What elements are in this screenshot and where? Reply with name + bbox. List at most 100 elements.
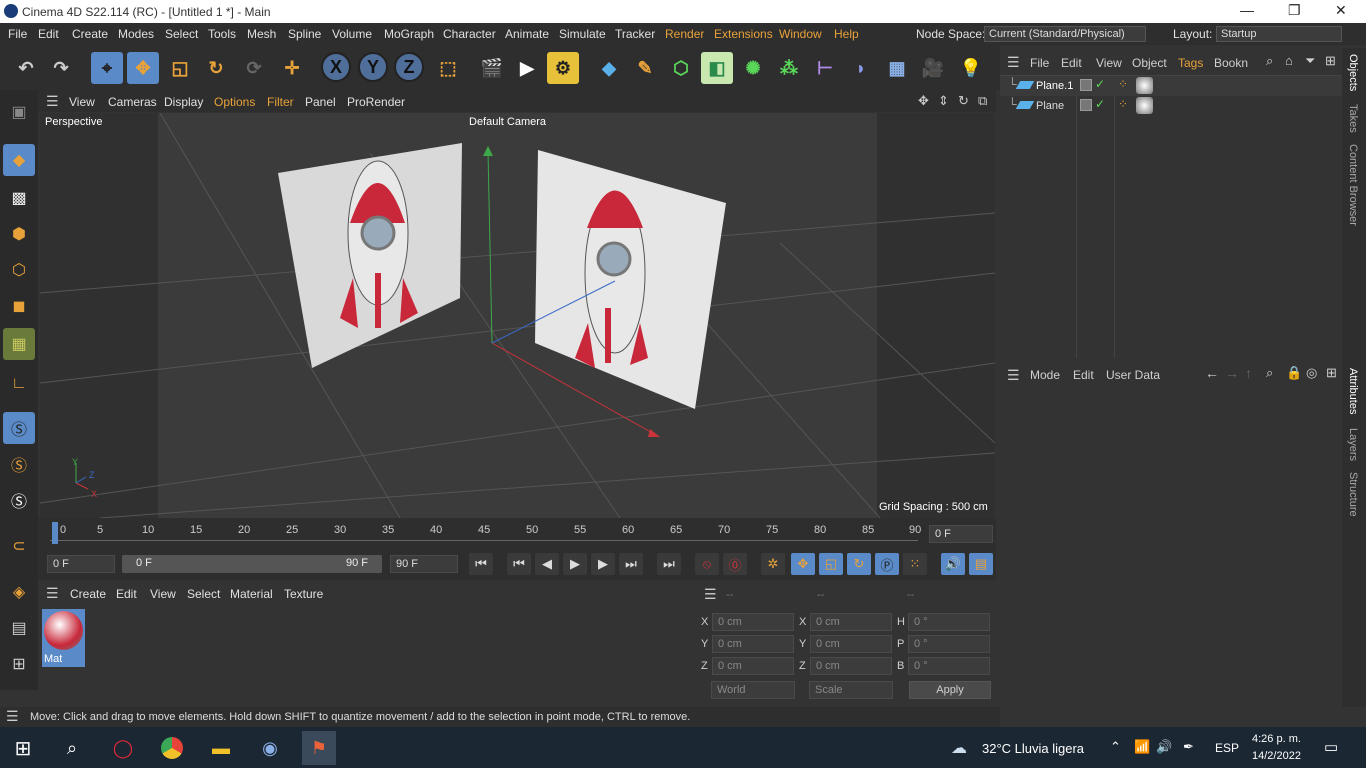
material-menu-view[interactable]: View: [150, 587, 176, 601]
frame-range-slider[interactable]: 0 F 90 F: [122, 555, 382, 573]
object-row[interactable]: └ Plane.1 ✓ ⁘: [1000, 76, 1342, 96]
model-mode-icon[interactable]: ◆: [3, 144, 35, 176]
object-menu-tags[interactable]: Tags: [1178, 56, 1203, 70]
menu-window[interactable]: Window: [779, 27, 822, 41]
make-editable-icon[interactable]: ▣: [3, 96, 35, 128]
texture-tag-icon[interactable]: ⁘: [1118, 97, 1128, 111]
visibility-check-icon[interactable]: ✓: [1095, 97, 1105, 111]
play-icon[interactable]: ▶: [563, 553, 587, 575]
attr-menu-icon[interactable]: ☰: [1007, 367, 1020, 384]
locked-workplane-icon[interactable]: ▤: [3, 612, 35, 644]
position-z-field[interactable]: 0 cm: [712, 657, 794, 675]
attr-menu-user-data[interactable]: User Data: [1106, 368, 1160, 382]
menu-simulate[interactable]: Simulate: [559, 27, 606, 41]
viewport-menu-filter[interactable]: Filter: [267, 95, 294, 109]
clock-date[interactable]: 14/2/2022: [1252, 750, 1301, 762]
x-axis-lock-icon[interactable]: X: [321, 52, 351, 82]
snap-settings-icon[interactable]: Ⓢ: [3, 448, 35, 480]
size-y-field[interactable]: 0 cm: [810, 635, 892, 653]
pen-spline-icon[interactable]: ✎: [629, 52, 661, 84]
edges-mode-icon[interactable]: ⬡: [3, 254, 35, 286]
back-arrow-icon[interactable]: ←: [1205, 365, 1219, 381]
magnet-icon[interactable]: ⊂: [3, 530, 35, 562]
viewport-zoom-icon[interactable]: ⇕: [938, 93, 949, 109]
key-rotation-icon[interactable]: ↻: [847, 553, 871, 575]
film-icon[interactable]: ▤: [969, 553, 993, 575]
undo-icon[interactable]: ↶: [10, 52, 42, 84]
attr-menu-mode[interactable]: Mode: [1030, 368, 1060, 382]
recent-tools-icon[interactable]: ⟳: [238, 52, 270, 84]
menu-spline[interactable]: Spline: [288, 27, 321, 41]
viewport[interactable]: Perspective Default Camera Grid Spacing …: [40, 113, 995, 518]
rotation-h-field[interactable]: 0 °: [908, 613, 990, 631]
tab-structure[interactable]: Structure: [1347, 472, 1359, 517]
autokey-icon[interactable]: ⓪: [723, 553, 747, 575]
sound-icon[interactable]: 🔊: [941, 553, 965, 575]
viewport-menu-panel[interactable]: Panel: [305, 95, 336, 109]
menu-modes[interactable]: Modes: [118, 27, 154, 41]
taskbar-search-icon[interactable]: ⌕: [55, 731, 89, 765]
menu-help[interactable]: Help: [834, 27, 859, 41]
viewport-pan-icon[interactable]: ✥: [918, 93, 929, 109]
coordinate-system-icon[interactable]: ⬚: [432, 52, 464, 84]
extrude-icon[interactable]: ◧: [701, 52, 733, 84]
object-menu-bookmarks[interactable]: Bookn: [1214, 56, 1248, 70]
rotation-p-field[interactable]: 0 °: [908, 635, 990, 653]
texture-tag-icon[interactable]: ⁘: [1118, 77, 1128, 91]
windows-start-icon[interactable]: ⊞: [6, 731, 40, 765]
viewport-rotate-icon[interactable]: ↻: [958, 93, 969, 109]
floor-icon[interactable]: ▦: [881, 52, 913, 84]
attr-new-window-icon[interactable]: ⊞: [1326, 365, 1337, 381]
viewport-menu-cameras[interactable]: Cameras: [108, 95, 157, 109]
render-picture-viewer-icon[interactable]: ▶: [511, 52, 543, 84]
language-indicator[interactable]: ESP: [1215, 741, 1239, 755]
render-view-icon[interactable]: 🎬: [476, 52, 508, 84]
cinema4d-taskbar-icon[interactable]: ◉: [253, 731, 287, 765]
object-menu-file[interactable]: File: [1030, 56, 1049, 70]
size-z-field[interactable]: 0 cm: [810, 657, 892, 675]
position-y-field[interactable]: 0 cm: [712, 635, 794, 653]
previous-frame-icon[interactable]: ◀: [535, 553, 559, 575]
snap-mode-icon[interactable]: Ⓢ: [3, 484, 35, 516]
tab-attributes[interactable]: Attributes: [1347, 368, 1359, 414]
redo-icon[interactable]: ↷: [45, 52, 77, 84]
mograph-icon[interactable]: ⁂: [773, 52, 805, 84]
go-to-start-icon[interactable]: ⏮: [469, 553, 493, 575]
key-position-icon[interactable]: ✥: [791, 553, 815, 575]
light-icon[interactable]: 💡: [955, 52, 987, 84]
lock-icon[interactable]: 🔒: [1286, 365, 1302, 381]
tab-takes[interactable]: Takes: [1347, 104, 1359, 133]
menu-character[interactable]: Character: [443, 27, 496, 41]
layout-select[interactable]: Startup: [1216, 26, 1342, 42]
move-tool-icon[interactable]: ✥: [127, 52, 159, 84]
cube-icon[interactable]: ◆: [593, 52, 625, 84]
coord-system-select[interactable]: World: [711, 681, 795, 699]
material-menu-edit[interactable]: Edit: [116, 587, 137, 601]
viewport-maximize-icon[interactable]: ⧉: [978, 93, 987, 109]
texture-mode-icon[interactable]: ▩: [3, 182, 35, 214]
chrome-icon[interactable]: [155, 731, 189, 765]
planar-workplane-icon[interactable]: ⊞: [3, 648, 35, 680]
object-name[interactable]: Plane: [1036, 100, 1064, 112]
menu-select[interactable]: Select: [165, 27, 198, 41]
material-swatch[interactable]: Mat: [42, 609, 85, 667]
attr-menu-edit[interactable]: Edit: [1073, 368, 1094, 382]
menu-create[interactable]: Create: [72, 27, 108, 41]
object-menu-object[interactable]: Object: [1132, 56, 1167, 70]
snap-icon[interactable]: Ⓢ: [3, 412, 35, 444]
menu-mesh[interactable]: Mesh: [247, 27, 276, 41]
search-icon[interactable]: ⌕: [1266, 53, 1273, 69]
material-tag-icon[interactable]: [1136, 97, 1153, 114]
target-icon[interactable]: ◎: [1306, 365, 1317, 381]
workplane-icon[interactable]: ◈: [3, 576, 35, 608]
opera-icon[interactable]: ◯: [106, 731, 140, 765]
rotation-b-field[interactable]: 0 °: [908, 657, 990, 675]
object-menu-edit[interactable]: Edit: [1061, 56, 1082, 70]
deformer-icon[interactable]: ⊢: [809, 52, 841, 84]
subdivision-icon[interactable]: ⬡: [665, 52, 697, 84]
viewport-menu-icon[interactable]: ☰: [46, 93, 59, 110]
render-settings-icon[interactable]: ⚙: [547, 52, 579, 84]
pen-icon[interactable]: ✒: [1183, 739, 1194, 755]
size-x-field[interactable]: 0 cm: [810, 613, 892, 631]
material-tag-icon[interactable]: [1136, 77, 1153, 94]
